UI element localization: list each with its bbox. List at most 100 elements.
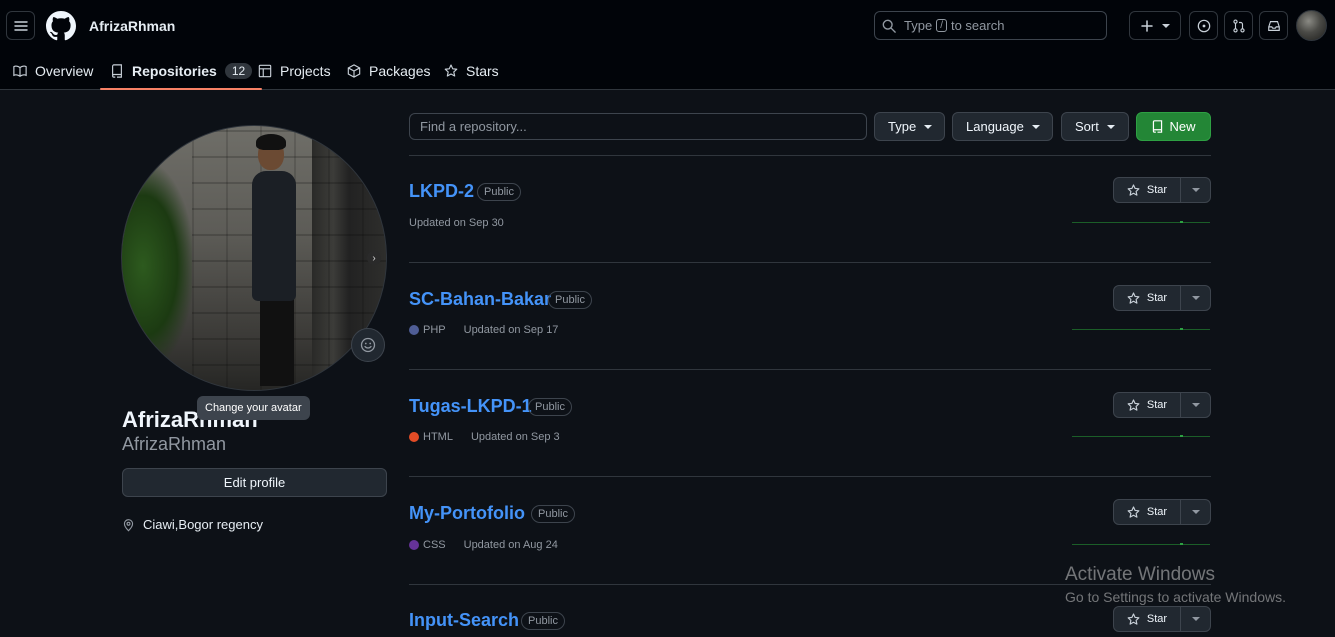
visibility-badge: Public — [548, 291, 592, 309]
smiley-icon — [360, 337, 376, 353]
star-list-dropdown[interactable] — [1181, 393, 1210, 417]
create-new-button[interactable] — [1129, 11, 1181, 40]
star-button[interactable]: Star — [1114, 286, 1181, 310]
activate-windows-title: Activate Windows — [1065, 564, 1215, 585]
star-list-dropdown[interactable] — [1181, 607, 1210, 631]
profile-tabs: Overview Repositories 12 Projects Packag… — [0, 52, 600, 90]
repo-language: HTML — [423, 431, 453, 443]
caret-down-icon — [1106, 124, 1115, 129]
tab-label: Projects — [280, 63, 331, 79]
activity-sparkline — [1072, 221, 1210, 223]
profile-avatar[interactable] — [121, 125, 387, 391]
star-list-dropdown[interactable] — [1181, 500, 1210, 524]
pull-requests-button[interactable] — [1224, 11, 1253, 40]
star-button-group: Star — [1113, 499, 1211, 525]
activate-windows-subtitle: Go to Settings to activate Windows. — [1065, 589, 1286, 605]
type-filter-dropdown[interactable]: Type — [874, 112, 945, 141]
star-label: Star — [1146, 506, 1168, 518]
chevron-down-icon — [1161, 23, 1170, 28]
star-label: Star — [1146, 184, 1168, 196]
tab-label: Overview — [35, 63, 94, 79]
repo-meta: CSS Updated on Aug 24 — [409, 539, 558, 551]
package-icon — [347, 64, 361, 78]
star-button-group: Star — [1113, 392, 1211, 418]
github-logo-icon[interactable] — [46, 11, 76, 41]
star-button[interactable]: Star — [1114, 178, 1181, 202]
visibility-badge: Public — [528, 398, 572, 416]
context-username[interactable]: AfrizaRhman — [89, 18, 175, 34]
tab-stars[interactable]: Stars — [444, 52, 499, 90]
book-icon — [13, 65, 27, 77]
repo-name-link[interactable]: Input-Search — [409, 610, 519, 631]
star-list-dropdown[interactable] — [1181, 178, 1210, 202]
user-avatar[interactable] — [1296, 10, 1327, 41]
visibility-badge: Public — [521, 612, 565, 630]
repo-name-link[interactable]: LKPD-2 — [409, 181, 474, 202]
tab-overview[interactable]: Overview — [13, 52, 93, 90]
set-status-button[interactable] — [351, 328, 385, 362]
search-placeholder-post: to search — [950, 18, 1005, 33]
profile-login: AfrizaRhman — [122, 434, 227, 454]
star-list-dropdown[interactable] — [1181, 286, 1210, 310]
issue-opened-icon — [1197, 19, 1210, 32]
profile-location: Ciawi,Bogor regency — [122, 517, 263, 532]
activity-sparkline — [1072, 328, 1210, 330]
chevron-right-icon: › — [367, 251, 381, 265]
new-repository-button[interactable]: New — [1136, 112, 1211, 141]
location-icon — [123, 518, 134, 531]
language-filter-dropdown[interactable]: Language — [952, 112, 1053, 141]
repo-name-link[interactable]: SC-Bahan-Bakar — [409, 289, 551, 310]
issues-button[interactable] — [1189, 11, 1218, 40]
star-button[interactable]: Star — [1114, 500, 1181, 524]
star-button-group: Star — [1113, 177, 1211, 203]
language-filter-label: Language — [966, 119, 1024, 134]
activity-sparkline — [1072, 543, 1210, 545]
repo-language: CSS — [423, 539, 446, 551]
star-label: Star — [1146, 399, 1168, 411]
star-icon — [1127, 291, 1140, 304]
language-color-dot — [409, 325, 419, 335]
tab-label: Stars — [466, 63, 499, 79]
star-label: Star — [1146, 292, 1168, 304]
avatar-photo-person-hair — [256, 134, 286, 150]
sort-dropdown[interactable]: Sort — [1061, 112, 1129, 141]
repo-icon — [1153, 120, 1163, 133]
edit-profile-button[interactable]: Edit profile — [122, 468, 387, 497]
search-placeholder-pre: Type — [904, 18, 933, 33]
plus-icon — [1140, 19, 1153, 32]
visibility-badge: Public — [531, 505, 575, 523]
repo-updated: Updated on Sep 3 — [470, 431, 560, 443]
tab-label: Repositories — [132, 63, 217, 79]
avatar-photo-person-legs — [260, 296, 294, 386]
divider — [409, 155, 1211, 156]
location-text: Ciawi,Bogor regency — [143, 517, 263, 532]
search-icon — [882, 19, 896, 33]
star-icon — [1127, 398, 1140, 411]
tab-repositories[interactable]: Repositories 12 — [99, 52, 263, 90]
divider — [409, 262, 1211, 263]
language-color-dot — [409, 432, 419, 442]
star-label: Star — [1146, 613, 1168, 625]
repository-count-badge: 12 — [224, 63, 253, 79]
git-pull-request-icon — [1232, 18, 1245, 33]
repo-updated: Updated on Aug 24 — [463, 539, 558, 551]
star-button[interactable]: Star — [1114, 607, 1181, 631]
hamburger-icon — [13, 20, 28, 31]
sort-label: Sort — [1075, 119, 1099, 134]
repo-name-link[interactable]: Tugas-LKPD-1 — [409, 396, 532, 417]
find-repository-input[interactable]: Find a repository... — [409, 113, 867, 140]
menu-button[interactable] — [6, 11, 35, 40]
repo-name-link[interactable]: My-Portofolio — [409, 503, 525, 524]
inbox-icon — [1267, 20, 1280, 31]
caret-down-icon — [1191, 403, 1200, 407]
star-button[interactable]: Star — [1114, 393, 1181, 417]
repo-meta: PHP Updated on Sep 17 — [409, 324, 558, 336]
divider — [409, 476, 1211, 477]
tab-packages[interactable]: Packages — [347, 52, 430, 90]
inbox-button[interactable] — [1259, 11, 1288, 40]
star-icon — [1127, 612, 1140, 625]
tab-projects[interactable]: Projects — [258, 52, 331, 90]
search-input[interactable]: Type / to search — [874, 11, 1107, 40]
caret-down-icon — [1191, 510, 1200, 514]
avatar-tooltip: Change your avatar — [197, 396, 310, 420]
